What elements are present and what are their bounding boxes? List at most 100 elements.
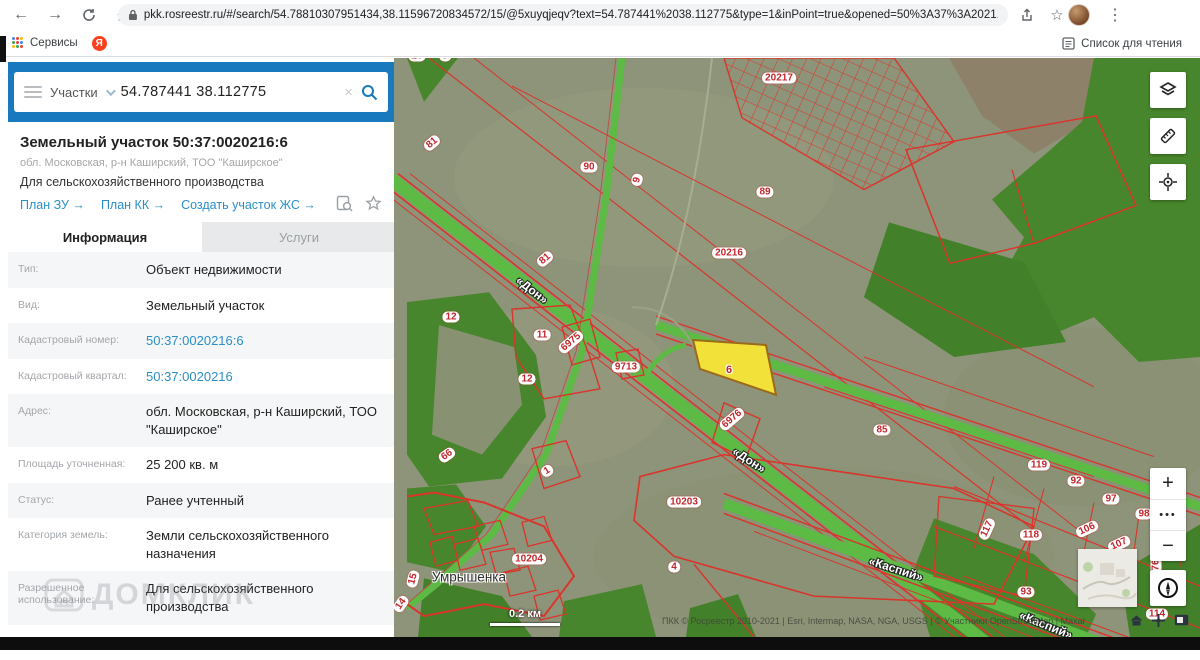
info-value-link[interactable]: 50:37:0020216:6 [146, 332, 381, 350]
parcel-label[interactable]: 12 [442, 311, 460, 323]
info-value: Для сельскохозяйственного производства [146, 581, 314, 615]
bookmark-services[interactable]: Сервисы [30, 37, 78, 49]
parcel-label[interactable]: 20217 [762, 72, 796, 84]
yandex-bookmark-icon[interactable]: Я [91, 35, 107, 51]
info-value: 25 200 кв. м [146, 457, 219, 473]
info-row: Кадастровый номер: 50:37:0020216:6 [8, 323, 396, 359]
parcel-label[interactable]: 97 [1102, 493, 1120, 505]
search-field: Участки × [14, 72, 388, 112]
parcel-label[interactable]: 10204 [512, 553, 546, 565]
browser-menu-icon[interactable]: ⋮ [1102, 2, 1128, 28]
parcel-address-subtitle: обл. Московская, р-н Каширский, ТОО "Каш… [20, 157, 283, 169]
attribution-icons [1130, 614, 1189, 627]
parcel-label[interactable]: 92 [1067, 475, 1085, 487]
info-value: Ранее учтенный [146, 492, 244, 508]
parcel-label[interactable]: 89 [756, 186, 774, 198]
info-row: Разрешенное использование: Для сельскохоз… [8, 571, 396, 625]
clear-search-icon[interactable]: × [344, 84, 353, 101]
reading-list-icon [1062, 37, 1075, 50]
chevron-down-icon [105, 85, 116, 96]
search-category-label: Участки [50, 84, 98, 100]
apps-grid-icon[interactable] [12, 37, 24, 49]
info-row: Статус: Ранее учтенный [8, 482, 396, 519]
home-small-icon[interactable] [1130, 614, 1143, 627]
info-value-link[interactable]: 50:37:0020216 [146, 368, 381, 386]
info-label: Тип: [18, 263, 39, 275]
favorite-star-icon[interactable] [365, 195, 382, 212]
parcel-label[interactable]: 9713 [611, 361, 641, 373]
overview-minimap[interactable] [1078, 549, 1137, 607]
info-row: Тип: Объект недвижимости [8, 252, 396, 288]
scale-text: 0.2 км [509, 608, 541, 620]
parcel-card: Земельный участок 50:37:0020216:6 обл. М… [8, 122, 396, 223]
search-icon[interactable] [361, 84, 378, 101]
info-row: Вид: Земельный участок [8, 287, 396, 324]
reading-list[interactable]: Список для чтения [1062, 30, 1182, 57]
bookmarks-bar: Сервисы Я Список для чтения [0, 30, 1200, 57]
tab-information[interactable]: Информация [8, 222, 202, 252]
parcel-label[interactable]: 10203 [667, 496, 701, 508]
info-label: Категория земель: [18, 529, 108, 542]
parcel-label[interactable]: 11 [533, 329, 551, 341]
center-small-icon[interactable] [1152, 614, 1165, 627]
map-attribution: ПКК © Росреестр 2010-2021 | Esri, Interm… [662, 616, 1086, 626]
layers-icon [1159, 82, 1177, 96]
compass-icon [1158, 578, 1178, 598]
parcel-label[interactable]: 12 [518, 373, 536, 385]
parcel-label[interactable]: 6 [726, 364, 732, 376]
parcel-label[interactable]: 4 [668, 561, 680, 573]
info-label: Вид: [18, 298, 40, 311]
search-input[interactable] [120, 84, 337, 100]
reload-icon[interactable] [76, 2, 102, 28]
info-value: Земли сельскохозяйственного назначения [146, 528, 329, 561]
tab-services[interactable]: Услуги [202, 222, 396, 252]
info-value: Земельный участок [146, 297, 265, 313]
info-label: Кадастровый номер: [18, 334, 120, 347]
zoom-in-button[interactable]: + [1150, 468, 1186, 499]
reading-list-label: Список для чтения [1081, 37, 1182, 50]
card-link-0[interactable]: План ЗУ → [20, 198, 85, 212]
avatar[interactable] [1068, 4, 1090, 26]
more-tools-button[interactable]: ••• [1150, 499, 1186, 530]
doc-search-icon[interactable] [336, 195, 353, 212]
parcel-label[interactable]: 119 [1027, 459, 1051, 471]
parcel-label[interactable]: 93 [1017, 586, 1035, 598]
card-link-1[interactable]: План КК → [101, 198, 165, 212]
locate-button[interactable] [1150, 570, 1186, 606]
parcel-usage: Для сельскохозяйственного производства [20, 175, 264, 189]
share-icon[interactable] [1014, 2, 1040, 28]
lock-icon [128, 9, 137, 20]
parcel-label[interactable]: 20216 [712, 247, 746, 259]
info-label: Адрес: [18, 405, 51, 418]
info-label: Статус: [18, 493, 55, 506]
point-button[interactable] [1150, 164, 1186, 200]
layers-button[interactable] [1150, 72, 1186, 108]
info-value: обл. Московская, р-н Каширский, ТОО "Каш… [146, 404, 377, 437]
zoom-out-button[interactable]: − [1150, 530, 1186, 561]
parcel-label[interactable]: 85 [873, 424, 891, 436]
info-value: Объект недвижимости [146, 262, 282, 277]
info-row: Категория земель: Земли сельскохозяйствен… [8, 518, 396, 572]
parcel-label[interactable]: 90 [580, 161, 598, 173]
ruler-icon [1160, 128, 1176, 144]
fullscreen-small-icon[interactable] [1174, 614, 1189, 626]
window-edge [0, 36, 6, 62]
measure-button[interactable] [1150, 118, 1186, 154]
forward-icon[interactable]: → [42, 2, 68, 28]
search-category-select[interactable]: Участки [50, 84, 116, 100]
address-bar[interactable]: pkk.rosreestr.ru/#/search/54.78810307951… [118, 4, 1008, 26]
card-links: План ЗУ → План КК → Создать участок ЖС → [20, 198, 382, 212]
map-canvas[interactable]: 2098181909892021720216121169751297136697… [394, 58, 1200, 637]
info-row: Адрес: обл. Московская, р-н Каширский, ТО… [8, 394, 396, 448]
scale-bar: 0.2 км [490, 608, 560, 626]
bookmark-star-icon[interactable]: ☆ [1044, 2, 1070, 28]
url-text: pkk.rosreestr.ru/#/search/54.78810307951… [143, 9, 998, 21]
back-icon[interactable]: ← [8, 2, 34, 28]
info-label: Кадастровый квартал: [18, 369, 127, 382]
menu-hamburger-icon[interactable] [24, 86, 42, 98]
parcel-label[interactable]: 118 [1019, 529, 1043, 541]
info-table: Тип: Объект недвижимости Вид: Земельный уча… [8, 252, 396, 660]
bottom-black-bar [0, 637, 1200, 650]
card-link-2[interactable]: Создать участок ЖС → [181, 198, 316, 212]
info-label: Разрешенное использование: [18, 582, 95, 607]
